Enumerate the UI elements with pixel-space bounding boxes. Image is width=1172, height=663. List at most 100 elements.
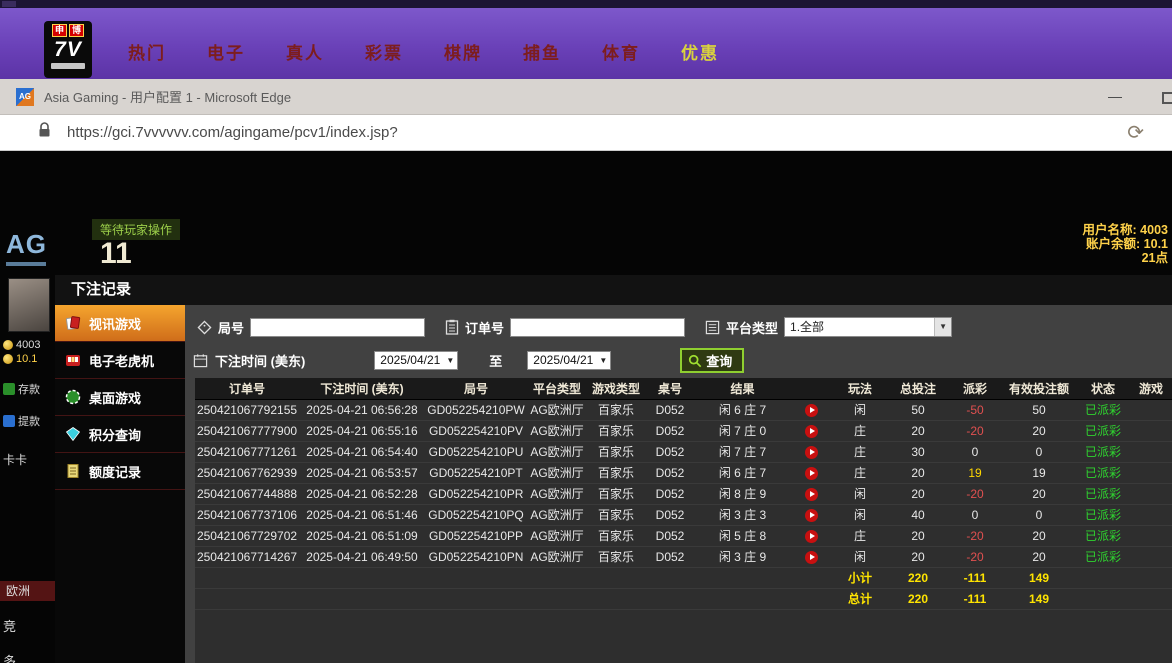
cell-platform: AG欧洲厅 (527, 546, 587, 567)
cell-order: 250421067737106 (195, 504, 299, 525)
cell-valid-bet: 0 (1002, 441, 1076, 462)
cell-time: 2025-04-21 06:51:09 (299, 525, 425, 546)
nav-item-sports[interactable]: 体育 (602, 39, 640, 64)
casino-nav: 热门 电子 真人 彩票 棋牌 捕鱼 体育 优惠 (128, 16, 719, 87)
europe-hall-band[interactable]: 欧洲 (0, 581, 55, 601)
replay-button[interactable] (805, 467, 818, 480)
cell-table-no: D052 (645, 504, 695, 525)
document-icon (65, 463, 81, 479)
subtotal-valid-bet: 149 (1002, 567, 1076, 588)
withdraw-button[interactable]: 提款 (3, 413, 40, 429)
replay-button[interactable] (805, 446, 818, 459)
cell-bet-side: 闲 (832, 483, 888, 504)
calendar-icon (193, 353, 208, 368)
cell-platform: AG欧洲厅 (527, 504, 587, 525)
cell-total-bet: 40 (888, 504, 948, 525)
cell-round: GD052254210PP (425, 525, 527, 546)
nav-item-lottery[interactable]: 彩票 (365, 39, 403, 64)
cell-time: 2025-04-21 06:51:46 (299, 504, 425, 525)
deposit-icon (3, 383, 15, 395)
cell-game-type: 百家乐 (587, 546, 645, 567)
cell-result: 闲 3 庄 3 (695, 504, 790, 525)
cell-time: 2025-04-21 06:56:28 (299, 399, 425, 420)
cell-round: GD052254210PV (425, 420, 527, 441)
cell-valid-bet: 0 (1002, 504, 1076, 525)
list-icon (705, 320, 720, 335)
cell-game-type: 百家乐 (587, 504, 645, 525)
cell-platform: AG欧洲厅 (527, 483, 587, 504)
replay-button[interactable] (805, 530, 818, 543)
lock-icon (38, 122, 51, 143)
date-from-picker[interactable]: 2025/04/21 ▼ (374, 351, 458, 370)
top-strip-icon (2, 1, 16, 7)
lobby-left-strip: 4003 10.1 存款 提款 卡卡 欧洲 竞 多 (0, 251, 55, 663)
filter-row-1: 局号 订单号 平台类型 1.全部 ▼ (197, 317, 1172, 337)
nav-item-fishing[interactable]: 捕鱼 (523, 39, 561, 64)
order-no-input[interactable] (510, 318, 685, 337)
cell-valid-bet: 20 (1002, 525, 1076, 546)
table-row: 250421067744888 2025-04-21 06:52:28 GD05… (195, 483, 1172, 504)
nav-item-promo[interactable]: 优惠 (681, 39, 719, 64)
clipboard-icon (445, 319, 459, 335)
col-order: 订单号 (195, 378, 299, 399)
nav-item-hot[interactable]: 热门 (128, 39, 166, 64)
date-to-label: 至 (489, 351, 502, 370)
total-label: 总计 (832, 588, 888, 609)
menu-item-slot-machine[interactable]: 电子老虎机 (55, 342, 185, 379)
cell-platform: AG欧洲厅 (527, 441, 587, 462)
casino-logo[interactable]: 申 博 7V (44, 21, 92, 78)
cell-table-no: D052 (645, 546, 695, 567)
cell-total-bet: 20 (888, 483, 948, 504)
cell-bet-side: 庄 (832, 462, 888, 483)
platform-type-label: 平台类型 (726, 318, 778, 337)
coin-icon (3, 354, 13, 364)
card-menu-item[interactable]: 卡卡 (3, 451, 27, 468)
nav-item-cards[interactable]: 棋牌 (444, 39, 482, 64)
cell-platform: AG欧洲厅 (527, 420, 587, 441)
cell-bet-side: 闲 (832, 546, 888, 567)
subtotal-total-bet: 220 (888, 567, 948, 588)
jing-menu-item[interactable]: 竞 (3, 616, 16, 635)
deposit-button[interactable]: 存款 (3, 381, 40, 397)
subtotal-payout: -111 (948, 567, 1002, 588)
top-window-strip (0, 0, 1172, 8)
replay-button[interactable] (805, 404, 818, 417)
url-text[interactable]: https://gci.7vvvvvv.com/agingame/pcv1/in… (67, 124, 398, 141)
replay-button[interactable] (805, 551, 818, 564)
replay-button[interactable] (805, 488, 818, 501)
replay-button[interactable] (805, 425, 818, 438)
round-no-label: 局号 (218, 318, 244, 337)
browser-url-bar[interactable]: https://gci.7vvvvvv.com/agingame/pcv1/in… (0, 115, 1172, 151)
maximize-button[interactable] (1162, 92, 1172, 104)
menu-item-points-query[interactable]: 积分查询 (55, 416, 185, 453)
duo-menu-item[interactable]: 多 (3, 651, 16, 663)
col-platform: 平台类型 (527, 378, 587, 399)
modal-side-menu: 视讯游戏 电子老虎机 桌面游戏 积分查询 (55, 305, 185, 663)
search-button[interactable]: 查询 (680, 348, 744, 373)
menu-item-credit-records[interactable]: 额度记录 (55, 453, 185, 490)
cash-balance: 10.1 (3, 353, 37, 365)
cell-payout: 0 (948, 504, 1002, 525)
nav-item-live[interactable]: 真人 (286, 39, 324, 64)
cell-game-type: 百家乐 (587, 525, 645, 546)
menu-item-table-games[interactable]: 桌面游戏 (55, 379, 185, 416)
subtotal-row: 小计 220 -111 149 (195, 567, 1172, 588)
platform-type-select[interactable]: 1.全部 ▼ (784, 317, 952, 337)
cell-table-no: D052 (645, 420, 695, 441)
cell-total-bet: 20 (888, 546, 948, 567)
refresh-icon[interactable]: ⟳ (1127, 120, 1144, 145)
cell-valid-bet: 50 (1002, 399, 1076, 420)
round-no-input[interactable] (250, 318, 425, 337)
cell-valid-bet: 20 (1002, 420, 1076, 441)
replay-button[interactable] (805, 509, 818, 522)
browser-title-bar: AG Asia Gaming - 用户配置 1 - Microsoft Edge (0, 79, 1172, 115)
cell-payout: -50 (948, 399, 1002, 420)
cell-table-no: D052 (645, 462, 695, 483)
minimize-button[interactable]: — (1108, 88, 1122, 104)
date-to-picker[interactable]: 2025/04/21 ▼ (527, 351, 611, 370)
nav-item-slots[interactable]: 电子 (207, 39, 245, 64)
total-total-bet: 220 (888, 588, 948, 609)
menu-item-live-games[interactable]: 视讯游戏 (55, 305, 185, 342)
col-result: 结果 (695, 378, 790, 399)
col-total-bet: 总投注 (888, 378, 948, 399)
